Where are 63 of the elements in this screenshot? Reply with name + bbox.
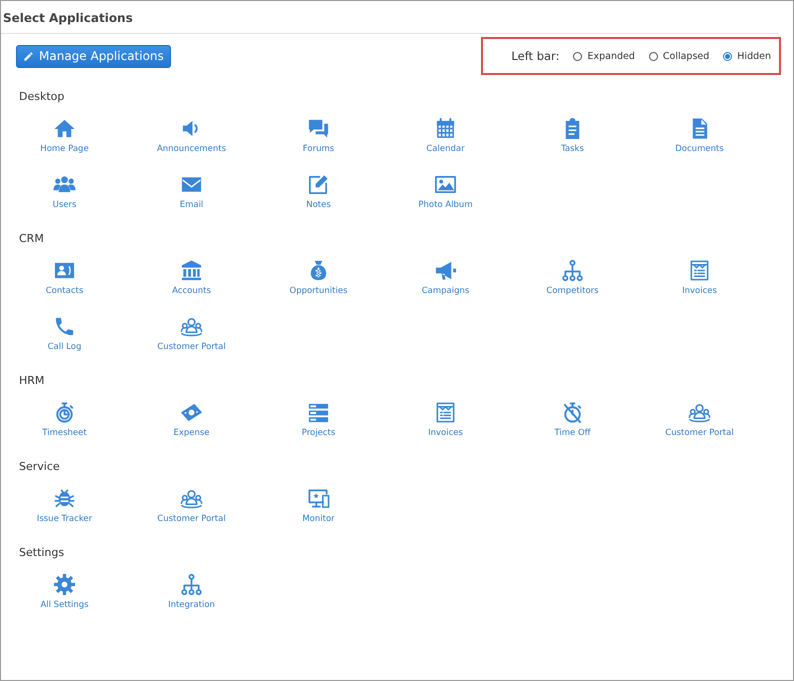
bank-icon [180,259,203,282]
manage-applications-button[interactable]: Manage Applications [16,44,171,68]
edit-icon [307,173,330,196]
app-link[interactable]: Home Page [40,107,89,163]
app-link[interactable]: Opportunities [290,249,348,305]
people-group-icon [688,401,711,424]
radio-option[interactable]: Expanded [573,50,635,62]
app-link[interactable]: Campaigns [422,249,470,305]
pencil-icon [23,50,34,62]
radio-option[interactable]: Hidden [723,50,771,62]
app-link[interactable]: Notes [306,163,331,219]
app-link[interactable]: Announcements [156,107,226,163]
stopwatch-off-icon [561,401,584,424]
app-link[interactable]: Invoices [428,391,463,447]
bug-icon [52,487,76,510]
gear-icon [52,573,76,596]
app-link[interactable]: Integration [168,563,215,619]
banknote-icon [180,401,203,424]
app-link[interactable]: Competitors [546,249,599,305]
section-heading: Service [18,459,61,475]
invoice-icon [688,259,711,282]
app-link[interactable]: Monitor [302,477,335,533]
app-link[interactable]: Accounts [172,249,211,305]
app-link[interactable]: Invoices [682,249,717,305]
radio-button[interactable] [723,52,732,60]
app-link[interactable]: Customer Portal [157,477,226,533]
invoice-icon [434,401,457,424]
radio-button[interactable] [648,52,658,60]
megaphone-icon [434,259,457,282]
window-title: Select Applications [1,1,779,34]
hierarchy-icon [180,573,203,596]
radio-button[interactable] [573,52,582,60]
app-link[interactable]: Contacts [46,249,84,305]
hierarchy-icon [560,259,584,282]
app-link[interactable]: Tasks [561,107,584,163]
section-heading: Settings [18,545,66,561]
left-bar-label: Left bar: [511,49,560,63]
app-link[interactable]: Customer Portal [157,305,226,361]
app-link[interactable]: Calendar [426,107,465,163]
people-group-icon [180,315,203,338]
image-icon [434,173,457,196]
app-link[interactable]: All Settings [40,563,89,619]
chat-icon [306,117,330,140]
app-link[interactable]: Documents [675,107,724,163]
app-link[interactable]: Projects [302,391,336,447]
app-link[interactable]: Issue Tracker [36,477,92,533]
section-heading: CRM [18,231,45,247]
people-group-icon [180,487,203,510]
section-heading: HRM [18,373,46,389]
app-link[interactable]: Forums [302,107,334,163]
app-link[interactable]: Customer Portal [665,391,734,447]
section-heading: Desktop [18,89,66,105]
monitor-icon [307,487,330,510]
app-link[interactable]: Users [52,163,76,219]
app-link[interactable]: Photo Album [418,163,473,219]
radio-option[interactable]: Collapsed [648,50,710,62]
app-link[interactable]: Timesheet [42,391,87,447]
app-link[interactable]: Expense [173,391,210,447]
app-link[interactable]: Time Off [554,391,591,447]
stacked-bars-icon [306,401,330,424]
app-link[interactable]: Email [180,163,204,219]
app-link[interactable]: Call Log [48,305,82,361]
home-icon [52,117,76,140]
